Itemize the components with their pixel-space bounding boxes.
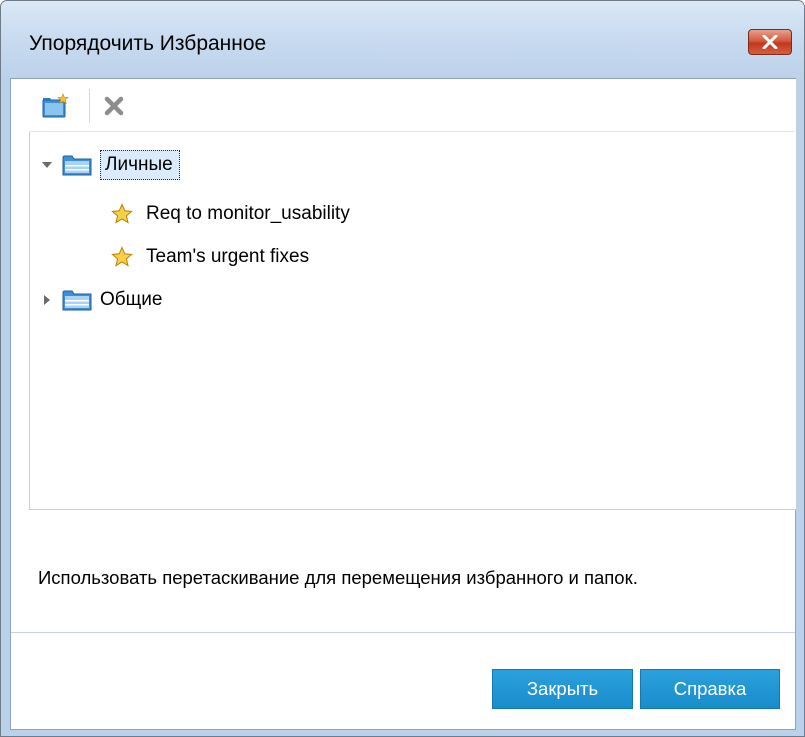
drag-drop-hint: Использовать перетаскивание для перемеще…	[38, 567, 638, 588]
toolbar	[29, 79, 795, 132]
tree-node-label: Общие	[100, 289, 163, 310]
toolbar-separator	[89, 89, 90, 123]
dialog-title: Упорядочить Избранное	[29, 32, 267, 55]
close-button[interactable]: Закрыть	[492, 669, 633, 709]
tree-node-personal[interactable]: Личные	[40, 149, 180, 181]
new-folder-icon	[42, 93, 69, 118]
tree-node-label[interactable]: Личные	[100, 150, 180, 180]
close-icon	[762, 35, 778, 49]
title-bar[interactable]: Упорядочить Избранное	[1, 1, 804, 79]
expand-arrow-icon[interactable]	[40, 158, 54, 172]
star-icon	[111, 246, 133, 267]
tree-node-public[interactable]: Общие	[40, 284, 162, 316]
folder-icon	[62, 290, 92, 311]
help-button[interactable]: Справка	[640, 669, 780, 709]
new-folder-button[interactable]	[41, 91, 71, 121]
favorite-item[interactable]: Team's urgent fixes	[111, 241, 309, 273]
dialog-body: Личные Req to monitor_usability Team's u…	[10, 78, 797, 730]
footer-divider	[11, 632, 795, 633]
star-icon	[111, 203, 133, 224]
close-window-button[interactable]	[748, 29, 792, 55]
favorite-item-label: Team's urgent fixes	[146, 246, 310, 267]
collapse-arrow-icon[interactable]	[40, 293, 54, 307]
favorite-item[interactable]: Req to monitor_usability	[111, 198, 350, 230]
organize-favorites-dialog: Упорядочить Избранное Личные Req to moni…	[0, 0, 805, 737]
favorite-item-label: Req to monitor_usability	[146, 203, 350, 224]
folder-icon	[62, 155, 92, 176]
delete-button[interactable]	[99, 91, 129, 121]
delete-icon	[104, 96, 124, 116]
